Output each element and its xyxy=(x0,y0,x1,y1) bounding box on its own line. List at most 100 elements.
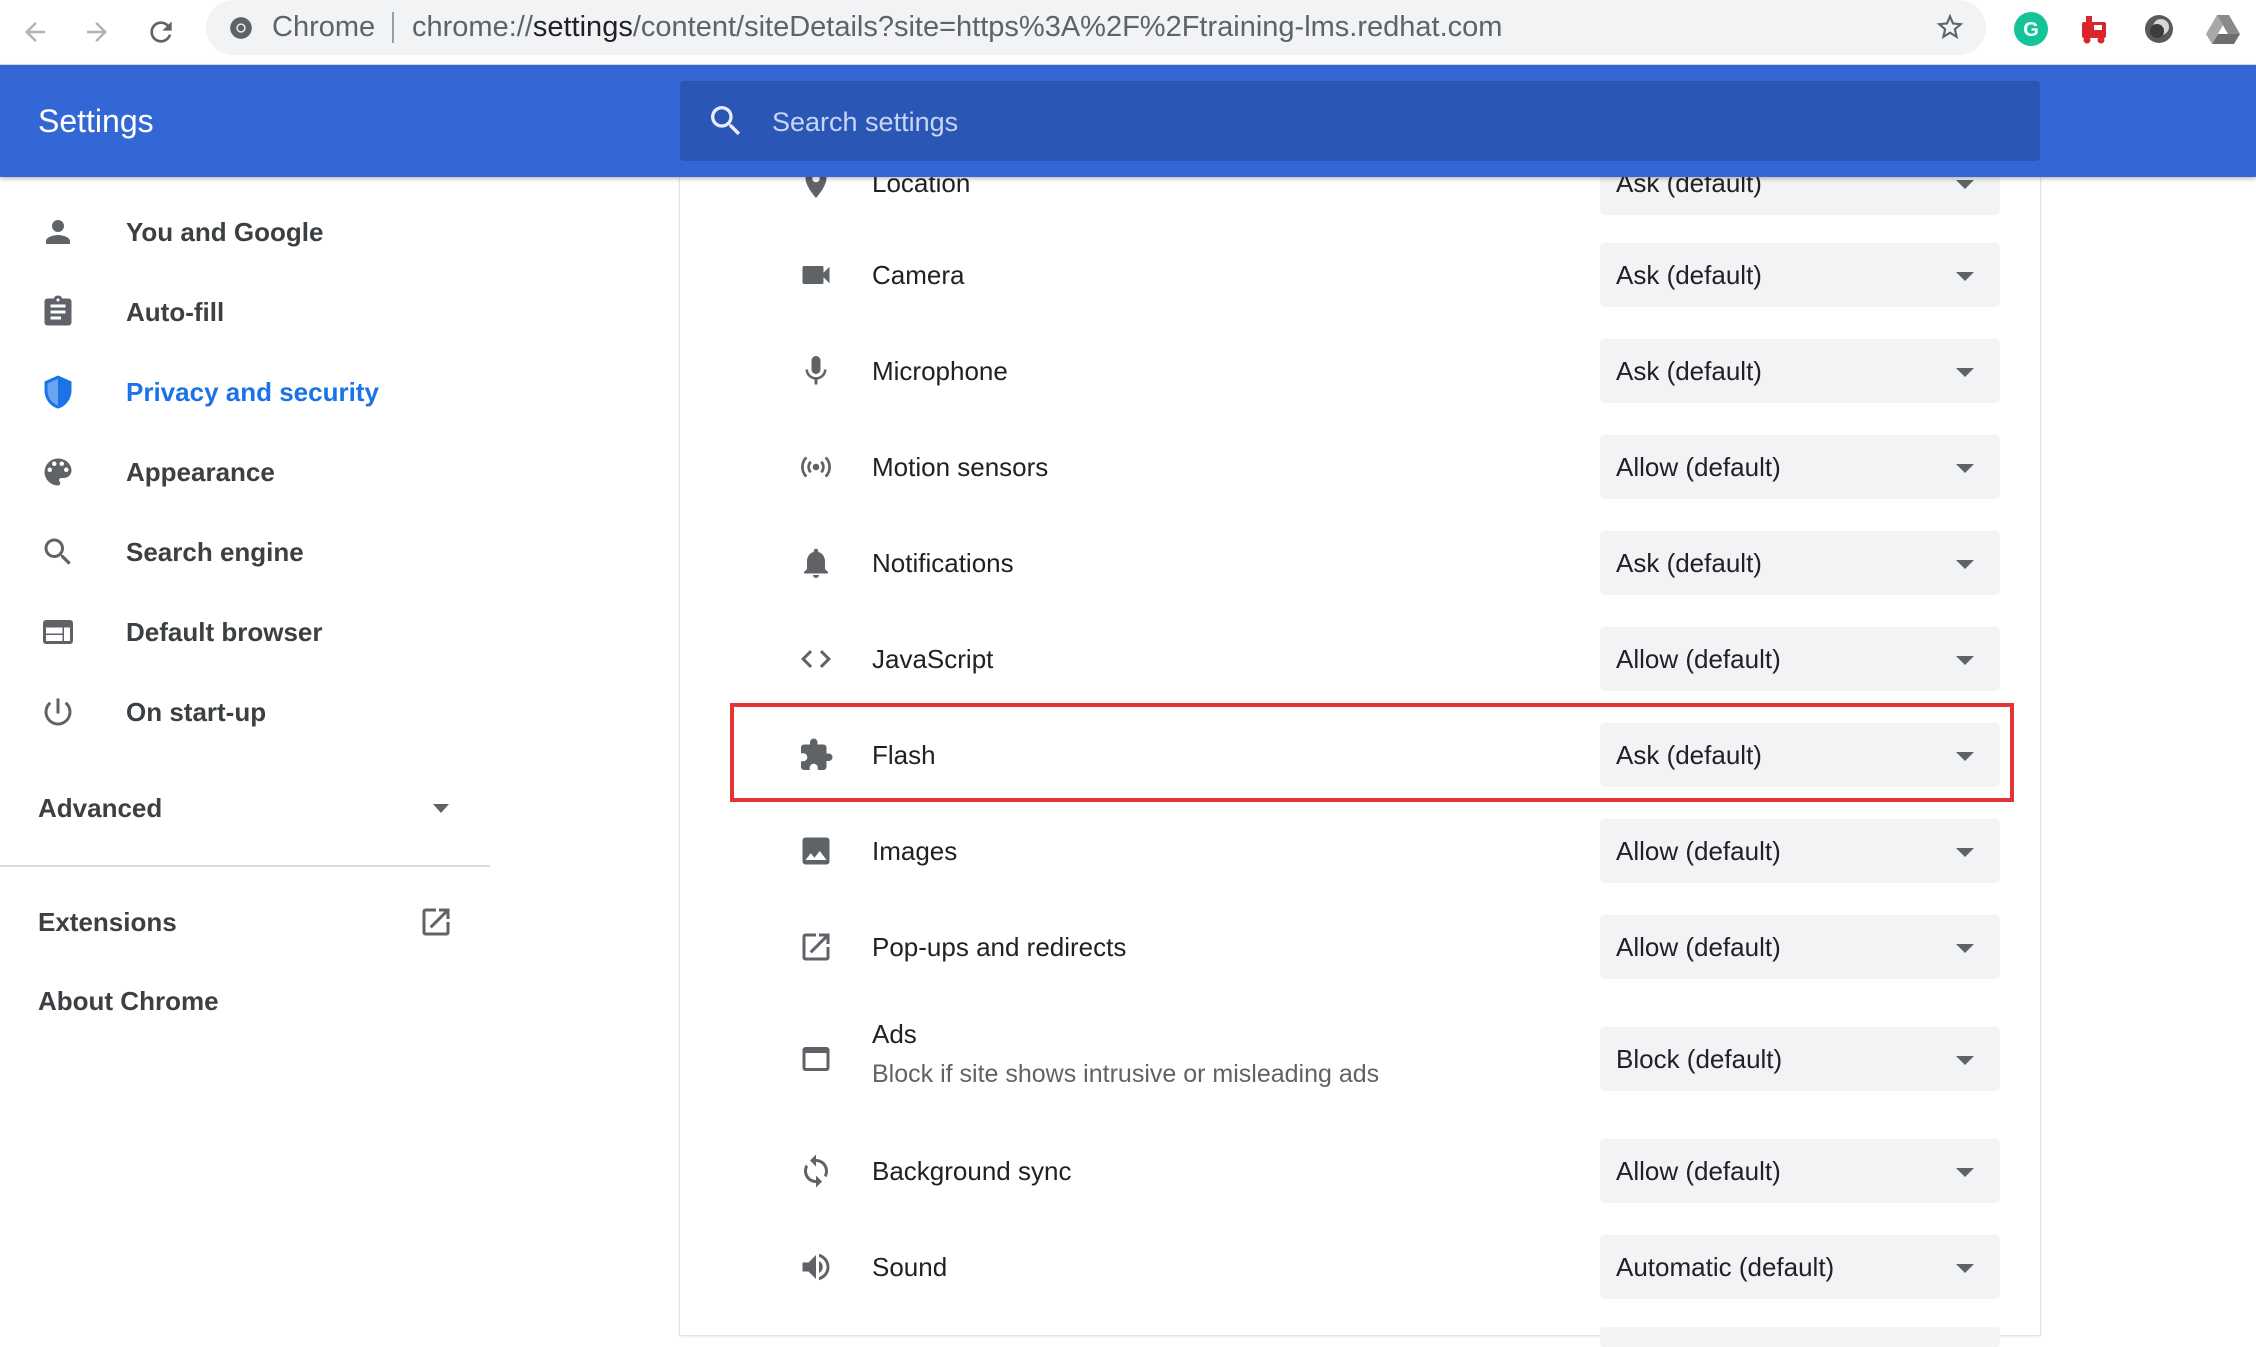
permission-select[interactable]: Automatic (default) xyxy=(1600,1235,2000,1299)
settings-header: Settings xyxy=(0,65,2256,177)
ads-sublabel: Block if site shows intrusive or mislead… xyxy=(872,1060,1380,1088)
sidebar-item-you-and-google[interactable]: You and Google xyxy=(0,200,490,264)
permission-value: Allow (default) xyxy=(1616,644,1781,674)
permission-select[interactable]: Allow (default) xyxy=(1600,819,2000,883)
sidebar-item-label: You and Google xyxy=(126,217,324,247)
url-text[interactable]: chrome://settings/content/siteDetails?si… xyxy=(412,0,1502,55)
permission-select[interactable]: Allow (default) xyxy=(1600,915,2000,979)
permission-select[interactable]: Ask (default) xyxy=(1600,243,2000,307)
arrow-left-icon xyxy=(25,22,45,42)
browser-window-icon xyxy=(43,620,73,644)
sidebar-item-label: Default browser xyxy=(126,617,323,647)
sidebar-advanced[interactable]: Advanced xyxy=(38,778,458,838)
permission-select[interactable]: Ask (default) xyxy=(1600,531,2000,595)
bell-icon xyxy=(804,548,828,578)
permission-row-popups: Pop-ups and redirects Allow (default) xyxy=(680,899,2040,995)
permission-label: Microphone xyxy=(872,356,1008,386)
permission-row-notifications: Notifications Ask (default) xyxy=(680,515,2040,611)
clipboard-icon xyxy=(44,295,72,326)
permission-select[interactable]: Block (default) xyxy=(1600,1027,2000,1091)
reload-button[interactable] xyxy=(138,9,184,55)
permission-row-microphone: Microphone Ask (default) xyxy=(680,323,2040,419)
star-icon xyxy=(1936,13,1964,39)
address-separator xyxy=(392,12,394,43)
permission-label: JavaScript xyxy=(872,644,994,674)
permission-select[interactable]: Allow (default) xyxy=(1600,435,2000,499)
sidebar-item-label: Appearance xyxy=(126,457,275,487)
permission-select[interactable]: Ask (default) xyxy=(1600,723,2000,787)
sidebar-item-label: On start-up xyxy=(126,697,267,727)
caret-down-icon xyxy=(1956,560,1974,569)
palette-icon xyxy=(44,458,72,486)
shield-icon xyxy=(44,375,72,409)
google-drive-icon[interactable] xyxy=(2204,10,2242,48)
permission-row-camera: Camera Ask (default) xyxy=(680,227,2040,323)
caret-down-icon xyxy=(433,804,449,813)
open-in-new-icon xyxy=(802,933,830,961)
permission-row-background-sync: Background sync Allow (default) xyxy=(680,1123,2040,1219)
search-icon xyxy=(44,538,71,565)
extensions-label: Extensions xyxy=(38,907,177,937)
permission-label: Motion sensors xyxy=(872,452,1049,482)
image-icon xyxy=(802,837,830,865)
permission-label: Images xyxy=(872,836,958,866)
next-permission-select-partial[interactable] xyxy=(1600,1327,2000,1347)
permission-value: Ask (default) xyxy=(1616,548,1762,578)
forward-button[interactable] xyxy=(74,9,120,55)
chrome-logo-icon xyxy=(228,15,254,41)
sidebar-item-privacy-and-security[interactable]: Privacy and security xyxy=(0,360,490,424)
address-bar[interactable]: Chrome chrome://settings/content/siteDet… xyxy=(206,0,1986,55)
puzzle-piece-icon xyxy=(801,738,833,770)
reload-icon xyxy=(150,21,172,43)
sidebar-item-label: Search engine xyxy=(126,537,304,567)
power-icon xyxy=(44,698,72,726)
url-scheme: chrome:// xyxy=(412,11,533,43)
sidebar-extensions-link[interactable]: Extensions xyxy=(38,892,458,952)
dark-circle-extension-icon[interactable] xyxy=(2140,10,2178,48)
sidebar-item-autofill[interactable]: Auto-fill xyxy=(0,280,490,344)
code-icon xyxy=(801,650,831,668)
permission-label: Pop-ups and redirects xyxy=(872,932,1127,962)
sidebar-item-default-browser[interactable]: Default browser xyxy=(0,600,490,664)
permission-value: Ask (default) xyxy=(1616,260,1762,290)
url-path: /content/siteDetails?site=https%3A%2F%2F… xyxy=(632,11,1503,43)
sidebar-item-appearance[interactable]: Appearance xyxy=(0,440,490,504)
grammarly-icon[interactable]: G xyxy=(2012,10,2050,48)
permission-value: Allow (default) xyxy=(1616,452,1781,482)
person-icon xyxy=(46,220,70,244)
camera-icon xyxy=(802,266,830,284)
caret-down-icon xyxy=(1956,656,1974,665)
caret-down-icon xyxy=(1956,464,1974,473)
search-field[interactable] xyxy=(680,81,2040,163)
permission-select[interactable]: Ask (default) xyxy=(1600,339,2000,403)
permission-value: Allow (default) xyxy=(1616,932,1781,962)
permission-row-flash: Flash Ask (default) xyxy=(680,707,2040,803)
permission-select[interactable]: Allow (default) xyxy=(1600,627,2000,691)
caret-down-icon xyxy=(1956,944,1974,953)
permission-value: Block (default) xyxy=(1616,1044,1783,1074)
permission-select[interactable]: Allow (default) xyxy=(1600,1139,2000,1203)
red-train-extension-icon[interactable] xyxy=(2076,10,2114,48)
sidebar-item-on-startup[interactable]: On start-up xyxy=(0,680,490,744)
caret-down-icon xyxy=(1956,272,1974,281)
search-input[interactable] xyxy=(770,81,2014,163)
sidebar-about-chrome[interactable]: About Chrome xyxy=(38,971,219,1031)
sidebar-item-search-engine[interactable]: Search engine xyxy=(0,520,490,584)
back-button[interactable] xyxy=(12,9,58,55)
bookmark-star-button[interactable] xyxy=(1934,11,1966,43)
caret-down-icon xyxy=(1956,368,1974,377)
caret-down-icon xyxy=(1956,848,1974,857)
site-permissions-card: Location Ask (default) Camera Ask (defau… xyxy=(680,151,2040,1347)
permission-value: Ask (default) xyxy=(1616,740,1762,770)
permission-label: Background sync xyxy=(872,1156,1072,1186)
permission-label: Sound xyxy=(872,1252,948,1282)
arrow-right-icon xyxy=(87,22,107,42)
caret-down-icon xyxy=(1956,1168,1974,1177)
permission-row-motion-sensors: Motion sensors Allow (default) xyxy=(680,419,2040,515)
permission-label: Notifications xyxy=(872,548,1014,578)
svg-text:G: G xyxy=(2023,19,2039,41)
url-host: settings xyxy=(532,11,633,43)
sidebar-item-label: Privacy and security xyxy=(126,377,379,407)
motion-sensors-icon xyxy=(801,456,831,478)
caret-down-icon xyxy=(1956,180,1974,189)
